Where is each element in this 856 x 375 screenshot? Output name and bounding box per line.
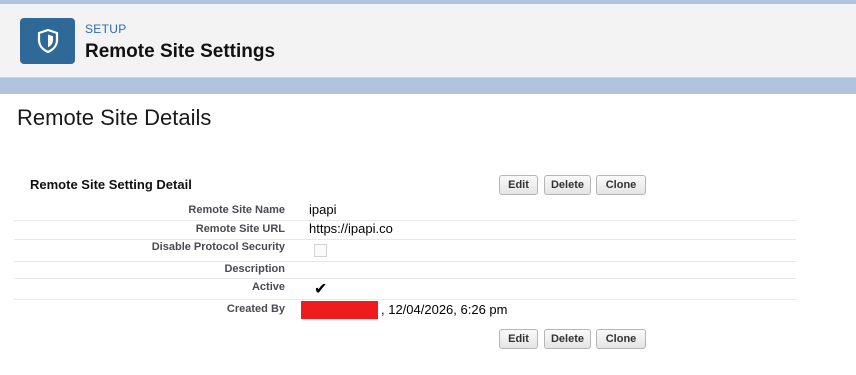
disable-protocol-security-label: Disable Protocol Security: [151, 241, 285, 253]
remote-site-name-value: ipapi: [309, 202, 337, 217]
field-row-created-by: Created By , 12/04/2026, 6:26 pm: [14, 299, 796, 320]
page-title: Remote Site Settings: [85, 41, 276, 62]
field-row-active: Active ✔: [14, 278, 796, 300]
remote-site-url-value: https://ipapi.co: [309, 221, 393, 236]
edit-button-top[interactable]: Edit: [499, 175, 538, 195]
delete-button-top[interactable]: Delete: [544, 175, 591, 195]
active-checkmark-icon: ✔: [314, 281, 328, 298]
redacted-user-block: [301, 301, 378, 319]
disable-protocol-security-checkbox: [314, 244, 327, 257]
clone-button-bottom[interactable]: Clone: [596, 329, 646, 349]
clone-button-top[interactable]: Clone: [596, 175, 646, 195]
remote-site-name-label: Remote Site Name: [188, 204, 285, 216]
remote-site-url-label: Remote Site URL: [195, 223, 285, 235]
field-row-disable-protocol-security: Disable Protocol Security: [14, 239, 796, 262]
field-row-remote-site-name: Remote Site Name ipapi: [14, 200, 796, 221]
detail-heading: Remote Site Setting Detail: [30, 177, 192, 192]
edit-button-bottom[interactable]: Edit: [499, 329, 538, 349]
field-row-remote-site-url: Remote Site URL https://ipapi.co: [14, 220, 796, 240]
delete-button-bottom[interactable]: Delete: [544, 329, 591, 349]
page-header: SETUP Remote Site Settings: [0, 4, 856, 78]
description-label: Description: [224, 263, 285, 275]
created-by-value: , 12/04/2026, 6:26 pm: [381, 302, 508, 317]
created-by-label: Created By: [226, 303, 285, 315]
field-row-description: Description: [14, 261, 796, 279]
section-title: Remote Site Details: [17, 105, 212, 130]
main-content: Remote Site Details Remote Site Setting …: [0, 94, 856, 375]
shield-icon: [20, 18, 75, 64]
breadcrumb-setup: SETUP: [85, 22, 127, 36]
active-label: Active: [251, 281, 285, 293]
